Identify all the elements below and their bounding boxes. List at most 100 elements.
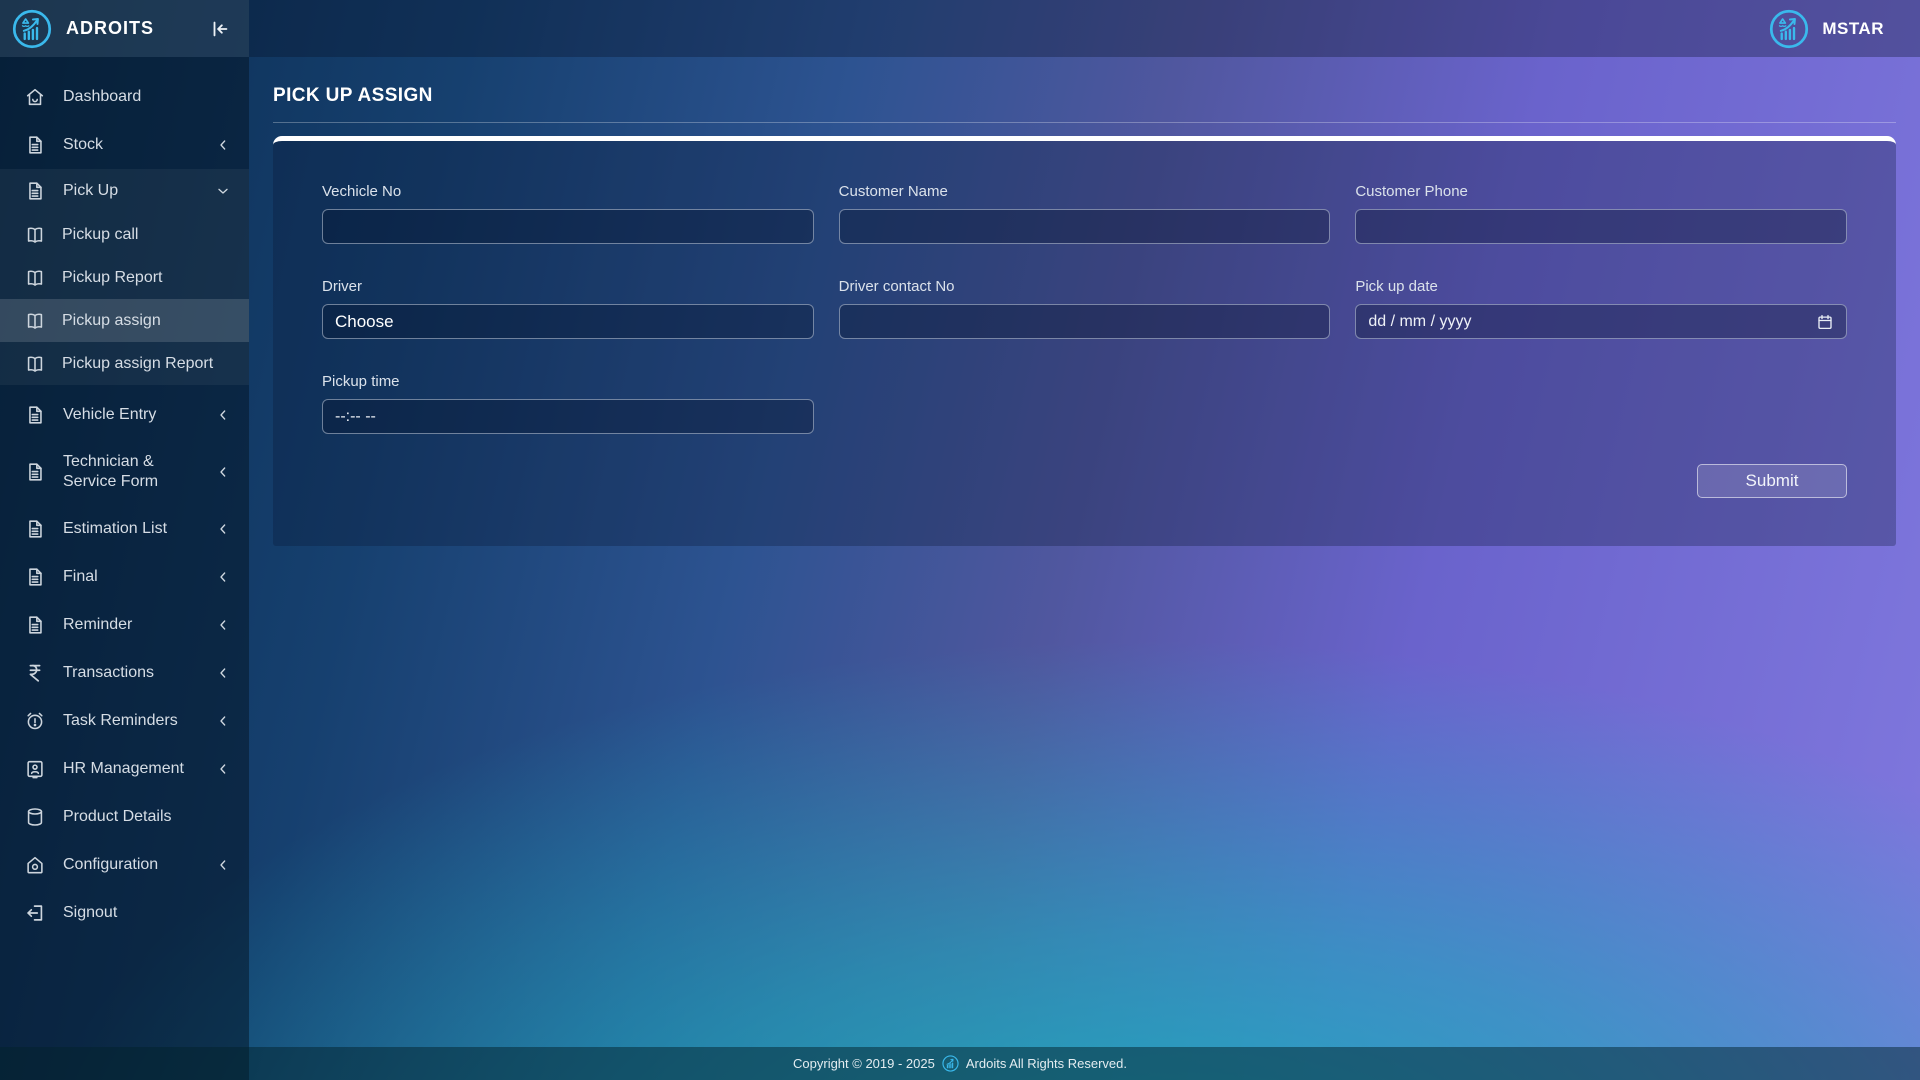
sidebar-subitem-label: Pickup Report [62,269,163,287]
driver-label: Driver [322,278,814,295]
sidebar-item-technician-service-form[interactable]: Technician & Service Form [0,439,249,505]
driver-select-value: Choose [335,312,394,332]
sidebar-item-label: Technician & Service Form [63,452,198,492]
customer-phone-input[interactable] [1355,209,1847,244]
sidebar-subitem-pickup-call[interactable]: Pickup call [0,213,249,256]
driver-contact-input[interactable] [839,304,1331,339]
driver-contact-field: Driver contact No [839,278,1331,339]
pickup-time-input[interactable]: --:-- -- [322,399,814,434]
sidebar-item-label: HR Management [63,759,198,779]
sidebar-subitem-pickup-assign-report[interactable]: Pickup assign Report [0,342,249,385]
pickup-date-field: Pick up date dd / mm / yyyy [1355,278,1847,339]
sidebar-header: ADROITS [0,0,249,57]
vehicle-no-input[interactable] [322,209,814,244]
page-title: PICK UP ASSIGN [273,85,1896,107]
sidebar-item-label: Pick Up [63,181,198,201]
form-grid: Vechicle No Customer Name Customer Phone… [322,183,1847,434]
book-open-icon [24,310,46,332]
sidebar-collapse-icon[interactable] [209,18,231,40]
customer-phone-label: Customer Phone [1355,183,1847,200]
sidebar-item-signout[interactable]: Signout [0,889,249,937]
sidebar-item-pick-up[interactable]: Pick Up [0,169,249,213]
sidebar-item-label: Product Details [63,807,231,827]
book-open-icon [24,353,46,375]
book-open-icon [24,224,46,246]
sidebar-item-transactions[interactable]: Transactions [0,649,249,697]
adroits-logo-icon [12,9,52,49]
title-divider [273,122,1896,123]
sidebar-item-stock[interactable]: Stock [0,121,249,169]
alarm-clock-icon [24,710,46,732]
file-icon [24,180,46,202]
sidebar-item-dashboard[interactable]: Dashboard [0,73,249,121]
sidebar-subitem-label: Pickup call [62,226,138,244]
sidebar-item-final[interactable]: Final [0,553,249,601]
file-icon [24,518,46,540]
chevron-left-icon [215,617,231,633]
book-open-icon [24,267,46,289]
footer-copyright-suffix: Ardoits All Rights Reserved. [966,1056,1127,1071]
pickup-date-input[interactable]: dd / mm / yyyy [1355,304,1847,339]
chevron-left-icon [215,137,231,153]
sidebar-item-label: Stock [63,135,198,155]
customer-phone-field: Customer Phone [1355,183,1847,244]
mstar-logo-icon [1769,9,1809,49]
rupee-icon [24,662,46,684]
driver-contact-label: Driver contact No [839,278,1331,295]
vehicle-no-field: Vechicle No [322,183,814,244]
sidebar-item-product-details[interactable]: Product Details [0,793,249,841]
sidebar-item-label: Dashboard [63,87,231,107]
footer-copyright-prefix: Copyright © 2019 - 2025 [793,1056,935,1071]
sidebar-item-label: Transactions [63,663,198,683]
chevron-left-icon [215,464,231,480]
home-icon [24,86,46,108]
chevron-left-icon [215,569,231,585]
pickup-time-field: Pickup time --:-- -- [322,373,814,434]
sidebar-item-task-reminders[interactable]: Task Reminders [0,697,249,745]
calendar-icon[interactable] [1816,313,1834,331]
file-icon [24,614,46,636]
footer-logo-icon [942,1055,959,1072]
chevron-left-icon [215,713,231,729]
driver-field: Driver Choose [322,278,814,339]
sidebar-item-vehicle-entry[interactable]: Vehicle Entry [0,391,249,439]
file-icon [24,461,46,483]
sidebar-item-estimation-list[interactable]: Estimation List [0,505,249,553]
driver-select[interactable]: Choose [322,304,814,339]
sidebar-item-label: Estimation List [63,519,198,539]
pickup-time-value: --:-- -- [335,408,376,426]
sidebar-item-configuration[interactable]: Configuration [0,841,249,889]
sidebar-subitem-pickup-assign[interactable]: Pickup assign [0,299,249,342]
sidebar-subitem-label: Pickup assign [62,312,161,330]
sidebar: ADROITS Dashboard Stock [0,0,249,1080]
id-badge-icon [24,758,46,780]
form-actions: Submit [322,464,1847,498]
customer-name-label: Customer Name [839,183,1331,200]
submit-button[interactable]: Submit [1697,464,1847,498]
file-icon [24,404,46,426]
chevron-left-icon [215,407,231,423]
customer-name-field: Customer Name [839,183,1331,244]
sidebar-subitem-pickup-report[interactable]: Pickup Report [0,256,249,299]
file-icon [24,566,46,588]
pickup-group: Pick Up Pickup call [0,169,249,385]
customer-name-input[interactable] [839,209,1331,244]
footer: Copyright © 2019 - 2025 Ardoits All Righ… [0,1047,1920,1080]
sidebar-item-hr-management[interactable]: HR Management [0,745,249,793]
app-name: ADROITS [66,18,195,39]
database-icon [24,806,46,828]
logout-icon [24,902,46,924]
home-gear-icon [24,854,46,876]
workspace-name: MSTAR [1822,19,1884,39]
pickup-time-label: Pickup time [322,373,814,390]
pickup-date-label: Pick up date [1355,278,1847,295]
top-header: MSTAR [249,0,1920,57]
chevron-left-icon [215,761,231,777]
sidebar-item-label: Final [63,567,198,587]
sidebar-item-label: Signout [63,903,231,923]
sidebar-nav: Dashboard Stock Pick Up [0,57,249,937]
sidebar-item-label: Configuration [63,855,198,875]
sidebar-item-reminder[interactable]: Reminder [0,601,249,649]
main-content: PICK UP ASSIGN Vechicle No Customer Name… [249,57,1920,546]
sidebar-item-label: Task Reminders [63,711,198,731]
